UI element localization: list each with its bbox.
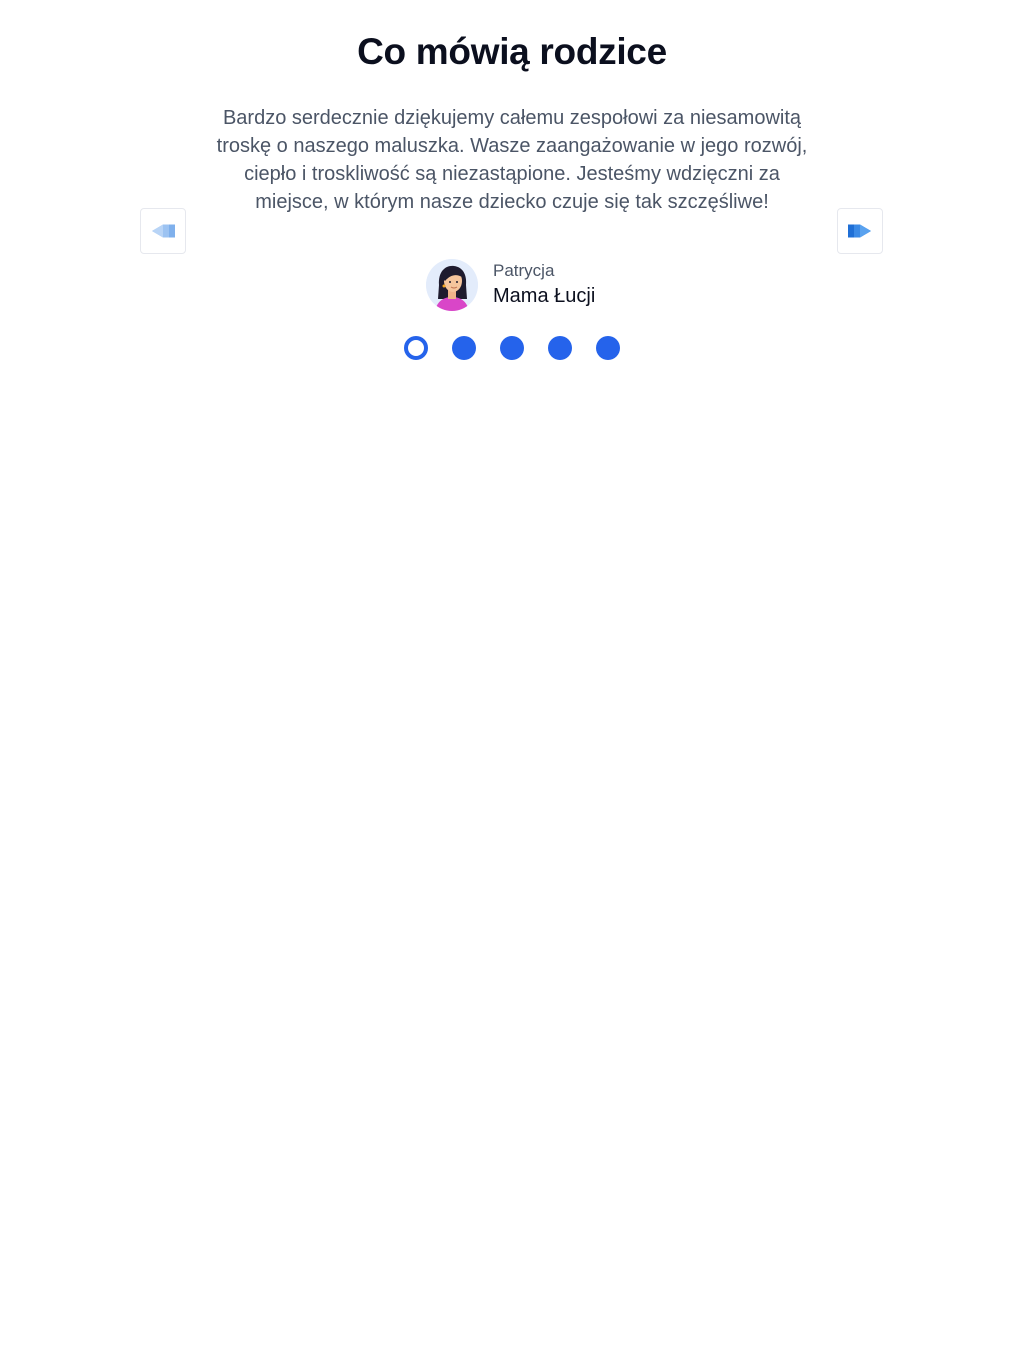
pagination-dot-4[interactable]	[548, 336, 572, 360]
carousel-pagination	[404, 336, 620, 360]
author-role: Mama Łucji	[493, 285, 596, 307]
pagination-dot-2[interactable]	[452, 336, 476, 360]
testimonials-page: Co mówią rodzice Bardzo serdecznie dzięk…	[0, 0, 1024, 1366]
pagination-dot-5[interactable]	[596, 336, 620, 360]
testimonial-author: Patrycja Mama Łucji	[426, 258, 595, 312]
section-title: Co mówią rodzice	[357, 31, 667, 72]
prev-testimonial-button[interactable]	[140, 208, 186, 254]
testimonial-quote: Bardzo serdecznie dziękujemy całemu zesp…	[216, 107, 808, 213]
pagination-dot-3[interactable]	[500, 336, 524, 360]
pagination-dot-1[interactable]	[404, 336, 428, 360]
author-name: Patrycja	[493, 261, 555, 280]
avatar	[426, 259, 478, 311]
arrow-left-icon	[149, 221, 177, 241]
next-testimonial-button[interactable]	[837, 208, 883, 254]
arrow-right-icon	[846, 221, 874, 241]
